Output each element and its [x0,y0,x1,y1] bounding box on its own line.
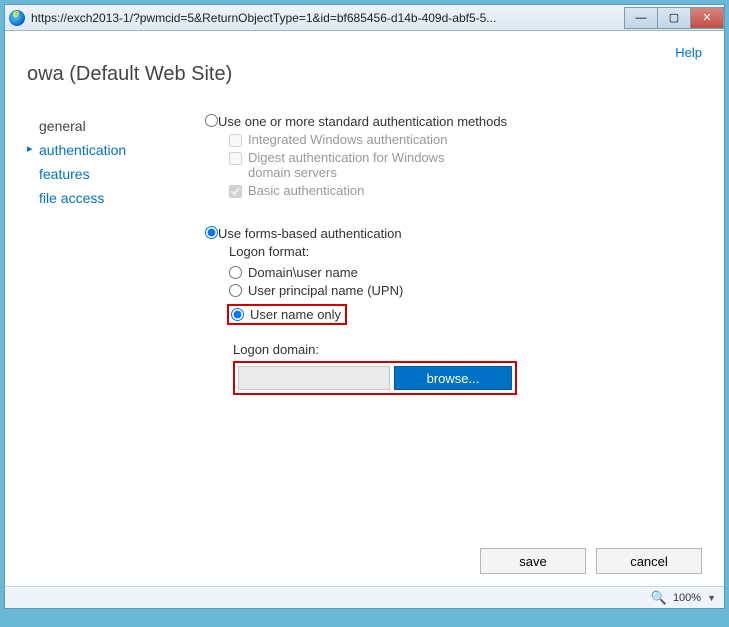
zoom-icon: 🔍 [651,590,667,606]
radio-domain-user[interactable] [229,266,242,279]
browse-button[interactable]: browse... [394,366,512,390]
window: https://exch2013-1/?pwmcid=5&ReturnObjec… [4,4,725,609]
checkbox-digest [229,152,242,165]
label-standard-auth: Use one or more standard authentication … [218,114,507,129]
nav-general[interactable]: general [27,114,205,138]
help-link[interactable]: Help [675,45,702,60]
ie-icon [9,10,25,26]
checkbox-basic [229,185,242,198]
radio-forms-auth[interactable] [205,226,218,239]
address-bar[interactable]: https://exch2013-1/?pwmcid=5&ReturnObjec… [29,11,625,25]
logon-domain-row: browse... [233,361,517,395]
save-button[interactable]: save [480,548,586,574]
label-digest: Digest authentication for Windows domain… [248,150,478,180]
nav-authentication[interactable]: authentication [27,138,205,162]
label-domain-user: Domain\user name [248,265,358,280]
cancel-button[interactable]: cancel [596,548,702,574]
logon-domain-input [238,366,390,390]
titlebar: https://exch2013-1/?pwmcid=5&ReturnObjec… [5,5,724,31]
radio-username-only[interactable] [231,308,244,321]
status-bar: 🔍 100% ▼ [5,586,724,608]
minimize-button[interactable]: — [624,7,658,29]
sidebar: general authentication features file acc… [27,114,205,395]
label-forms-auth: Use forms-based authentication [218,226,402,241]
zoom-level: 100% [673,592,701,604]
label-upn: User principal name (UPN) [248,283,403,298]
page-title: owa (Default Web Site) [27,63,702,86]
label-logon-domain: Logon domain: [233,342,702,357]
radio-standard-auth[interactable] [205,114,218,127]
radio-upn[interactable] [229,284,242,297]
main-panel: Use one or more standard authentication … [205,114,702,395]
label-logon-format: Logon format: [229,244,702,259]
label-iwa: Integrated Windows authentication [248,132,447,147]
label-username-only: User name only [250,307,341,322]
zoom-dropdown-icon[interactable]: ▼ [707,593,716,603]
nav-file-access[interactable]: file access [27,186,205,210]
label-basic: Basic authentication [248,183,364,198]
nav-features[interactable]: features [27,162,205,186]
close-button[interactable]: ✕ [690,7,724,29]
checkbox-iwa [229,134,242,147]
maximize-button[interactable]: ▢ [657,7,691,29]
